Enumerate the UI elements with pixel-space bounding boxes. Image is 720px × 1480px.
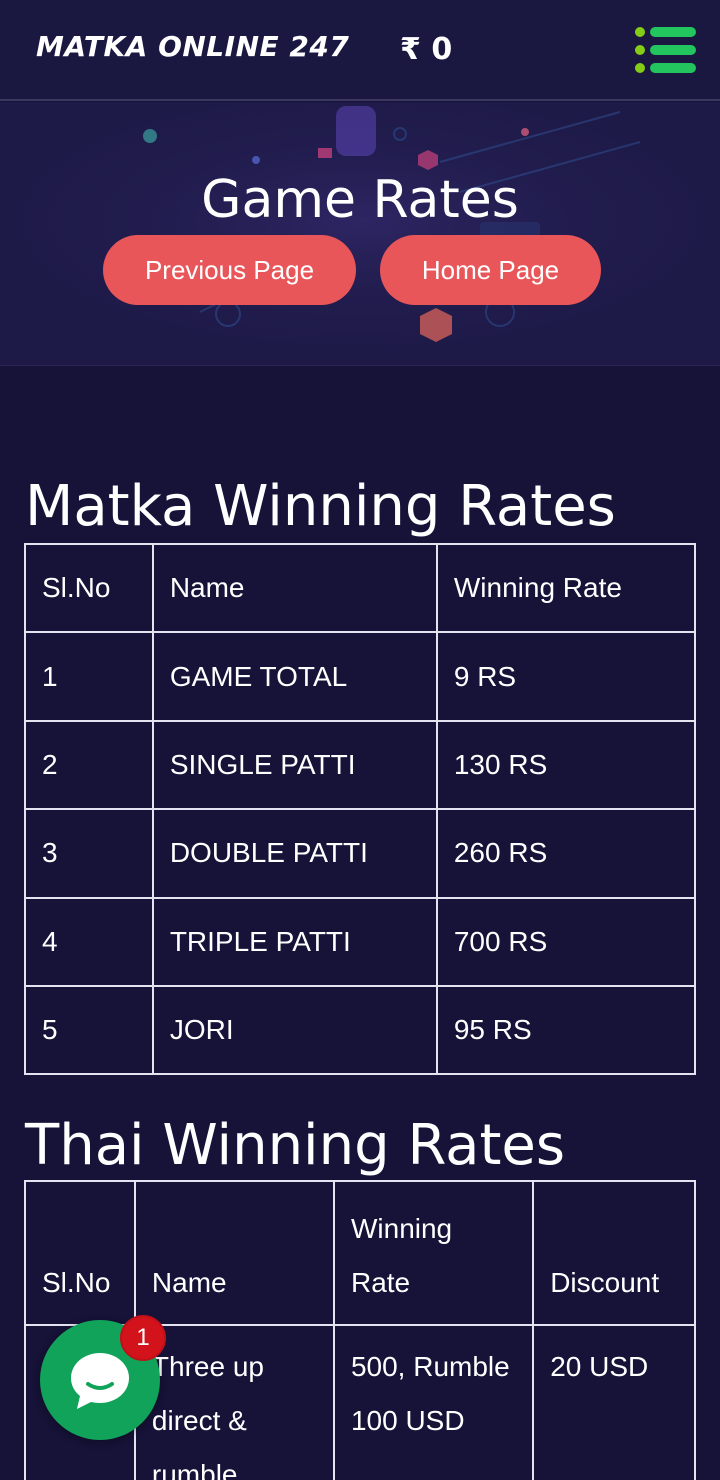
notification-badge: 1 <box>120 1315 166 1361</box>
table-row: 1 GAME TOTAL 9 RS <box>24 631 697 722</box>
table-cell: 1 <box>24 631 154 722</box>
column-header: Winning Rate <box>435 542 697 634</box>
column-header: Name <box>133 1180 335 1326</box>
table-row: 2 SINGLE PATTI 130 RS <box>24 719 697 811</box>
table-cell: 2 <box>24 719 154 811</box>
banner-background-art <box>0 102 720 365</box>
table-cell: GAME TOTAL <box>151 631 438 722</box>
previous-page-button[interactable]: Previous Page <box>103 235 356 305</box>
table-cell: 5 <box>24 984 154 1076</box>
home-page-button[interactable]: Home Page <box>380 235 601 305</box>
table-cell: 4 <box>24 896 154 987</box>
column-header: Winning Rate <box>332 1180 535 1326</box>
table-row: 4 TRIPLE PATTI 700 RS <box>24 896 697 987</box>
table-header-row: Sl.No Name Winning Rate <box>24 542 697 634</box>
table-cell: 20 USD <box>532 1324 696 1480</box>
table-cell: DOUBLE PATTI <box>151 808 438 899</box>
table-cell: Three up direct & rumble <box>133 1324 335 1480</box>
column-header: Name <box>151 542 438 634</box>
brand-logo[interactable]: MATKA ONLINE 247 <box>36 30 349 63</box>
page-banner: Game Rates Previous Page Home Page <box>0 102 720 366</box>
menu-list-icon <box>635 27 696 73</box>
column-header: Sl.No <box>24 1180 136 1326</box>
matka-rates-heading: Matka Winning Rates <box>25 474 616 539</box>
matka-rates-table: Sl.No Name Winning Rate 1 GAME TOTAL 9 R… <box>24 542 697 1076</box>
thai-rates-heading: Thai Winning Rates <box>25 1113 566 1178</box>
table-row: 3 DOUBLE PATTI 260 RS <box>24 808 697 899</box>
table-cell: 700 RS <box>435 896 697 987</box>
table-cell: 3 <box>24 808 154 899</box>
table-header-row: Sl.No Name Winning Rate Discount <box>24 1180 696 1326</box>
top-navbar: MATKA ONLINE 247 ₹ 0 <box>0 0 720 101</box>
table-cell: 500, Rumble 100 USD <box>332 1324 535 1480</box>
table-cell: 9 RS <box>435 631 697 722</box>
wallet-balance: ₹ 0 <box>400 32 453 67</box>
column-header: Sl.No <box>24 542 154 634</box>
menu-button[interactable] <box>634 26 698 74</box>
table-cell: TRIPLE PATTI <box>151 896 438 987</box>
table-cell: 130 RS <box>435 719 697 811</box>
table-cell: JORI <box>151 984 438 1076</box>
table-cell: SINGLE PATTI <box>151 719 438 811</box>
table-cell: 260 RS <box>435 808 697 899</box>
table-row: 5 JORI 95 RS <box>24 984 697 1076</box>
table-cell: 95 RS <box>435 984 697 1076</box>
page-title: Game Rates <box>201 170 519 230</box>
column-header: Discount <box>532 1180 696 1326</box>
